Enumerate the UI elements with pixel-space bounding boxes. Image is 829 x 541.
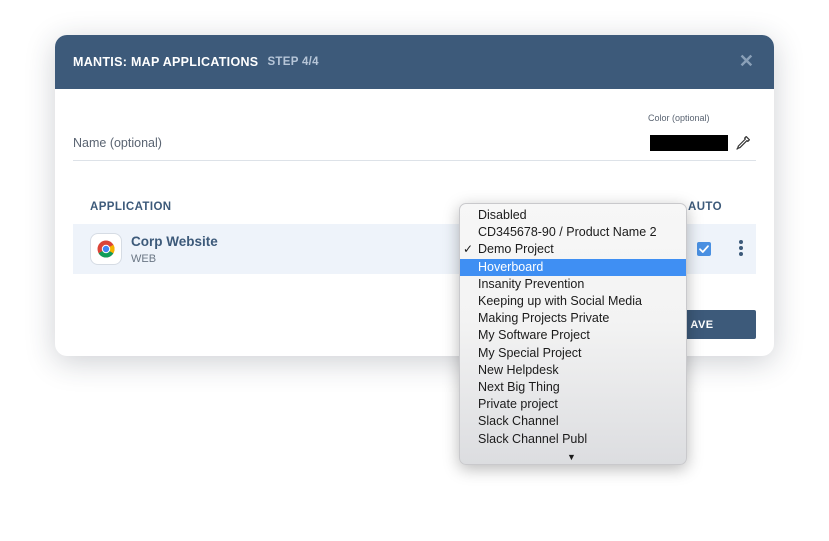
dropdown-option-label: Demo Project <box>478 242 554 257</box>
auto-checkbox[interactable] <box>697 242 711 256</box>
dropdown-option[interactable]: Private project <box>460 396 686 413</box>
app-type: WEB <box>131 253 157 265</box>
color-swatch[interactable] <box>650 135 728 151</box>
app-name: Corp Website <box>131 234 218 249</box>
dropdown-option-label: Insanity Prevention <box>478 276 585 291</box>
dropdown-option[interactable]: Slack Channel <box>460 413 686 430</box>
name-input[interactable] <box>73 160 756 161</box>
dropdown-option-label: CD345678-90 / Product Name 2 <box>478 225 657 240</box>
dropdown-option[interactable]: Disabled <box>460 207 686 224</box>
column-header-application: APPLICATION <box>90 201 172 213</box>
dropdown-option-label: Private project <box>478 397 558 412</box>
column-header-auto: AUTO <box>688 201 722 213</box>
dropdown-option[interactable]: CD345678-90 / Product Name 2 <box>460 224 686 241</box>
dropdown-option[interactable]: Hoverboard <box>460 258 686 276</box>
dropdown-option-label: My Software Project <box>478 328 590 343</box>
dropdown-option[interactable]: Slack Channel Publ <box>460 431 686 448</box>
dropdown-option[interactable]: Making Projects Private <box>460 310 686 327</box>
close-icon[interactable]: ✕ <box>739 52 754 70</box>
checkmark-icon: ✓ <box>463 242 474 257</box>
dropdown-option-label: My Special Project <box>478 345 582 360</box>
dropdown-option-label: Hoverboard <box>478 259 544 274</box>
dropdown-option-label: Making Projects Private <box>478 311 610 326</box>
dropdown-option[interactable]: Next Big Thing <box>460 379 686 396</box>
dropdown-option[interactable]: New Helpdesk <box>460 362 686 379</box>
dropdown-option[interactable]: ✓ Demo Project <box>460 241 686 258</box>
dropdown-option[interactable]: My Special Project <box>460 345 686 362</box>
scroll-down-arrow-icon[interactable]: ▼ <box>567 452 576 462</box>
modal-header: MANTIS: MAP APPLICATIONS STEP 4/4 ✕ <box>55 35 774 89</box>
dropdown-option-label: Slack Channel Publ <box>478 431 588 446</box>
color-label: Color (optional) <box>648 113 710 123</box>
modal-title: MANTIS: MAP APPLICATIONS <box>73 55 259 69</box>
dropdown-option-label: Keeping up with Social Media <box>478 294 642 308</box>
step-indicator: STEP 4/4 <box>267 56 319 68</box>
chrome-icon <box>90 233 122 265</box>
dropdown-option-label: Next Big Thing <box>478 380 560 394</box>
dropdown-option-label: Disabled <box>478 208 527 222</box>
dropdown-option[interactable]: Keeping up with Social Media <box>460 293 686 310</box>
dropdown-option-label: New Helpdesk <box>478 362 559 377</box>
dropdown-option[interactable]: My Software Project <box>460 327 686 344</box>
eyedropper-icon[interactable] <box>735 135 751 151</box>
project-dropdown-menu[interactable]: Disabled CD345678-90 / Product Name 2 ✓ Dem… <box>459 203 687 465</box>
dropdown-option[interactable]: Insanity Prevention <box>460 276 686 293</box>
name-label: Name (optional) <box>73 136 162 150</box>
dropdown-option-label: Slack Channel <box>478 414 559 429</box>
more-options-icon[interactable] <box>738 240 744 258</box>
checkmark-icon <box>699 245 709 253</box>
